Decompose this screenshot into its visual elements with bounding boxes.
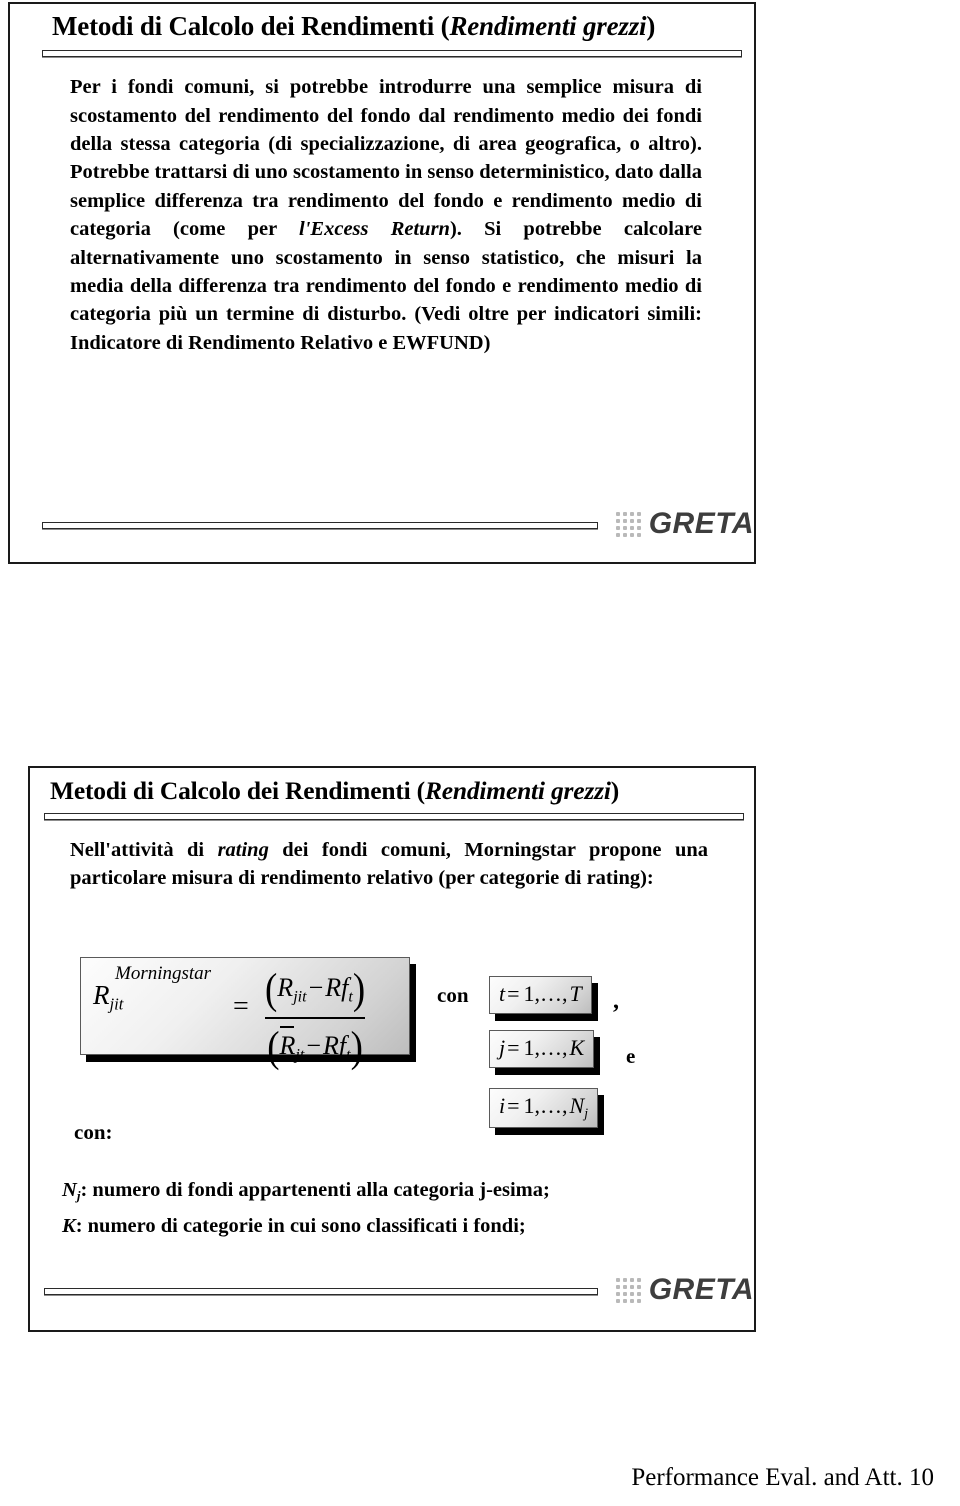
index-box-i: i= 1,…,Nj xyxy=(489,1088,599,1129)
num-term1: R xyxy=(277,973,294,1003)
definition-item: Nj: numero di fondi appartenenti alla ca… xyxy=(62,1172,702,1208)
num-minus: − xyxy=(308,973,324,1003)
index-box-t: t= 1,…,T xyxy=(489,976,592,1014)
slide-1-title-close: ) xyxy=(646,11,656,41)
slide-2-title: Metodi di Calcolo dei Rendimenti (Rendim… xyxy=(50,777,754,805)
index-j-limit: K xyxy=(569,1035,585,1060)
den-close-paren: ) xyxy=(350,1021,363,1071)
index-j-range: 1,…, xyxy=(523,1035,568,1060)
dot-grid-icon xyxy=(615,511,641,537)
formula-superscript: Morningstar xyxy=(115,963,212,984)
label-e: e xyxy=(626,1044,636,1068)
definition-symbol: N xyxy=(62,1179,77,1201)
slide-1-title: Metodi di Calcolo dei Rendimenti (Rendim… xyxy=(52,11,754,41)
index-t-range: 1,…, xyxy=(523,981,568,1006)
den-minus: − xyxy=(306,1030,322,1060)
index-t-limit: T xyxy=(569,981,582,1006)
index-i-range: 1,…, xyxy=(523,1093,568,1118)
label-con-colon: con: xyxy=(74,1120,113,1144)
num-open-paren: ( xyxy=(265,964,278,1013)
title-divider-rule-2 xyxy=(44,812,744,820)
slide-2-title-close: ) xyxy=(610,776,620,805)
index-i-equals: = xyxy=(507,1093,520,1118)
slide-2-footer-row: GRETA xyxy=(30,1273,754,1306)
formula-equals-sign: = xyxy=(233,991,249,1022)
slide-2-body-italic: rating xyxy=(217,838,269,861)
index-t-equals: = xyxy=(507,981,520,1006)
slide-1-body: Per i fondi comuni, si potrebbe introdur… xyxy=(70,73,702,357)
den-open-paren: ( xyxy=(267,1021,280,1071)
formula-lhs-symbol: R xyxy=(93,979,110,1010)
label-comma: , xyxy=(613,988,619,1014)
index-j-equals: = xyxy=(507,1035,520,1060)
num-term1-sub: jit xyxy=(293,988,307,1006)
slide-1-body-italic: l'Excess Return xyxy=(299,218,450,241)
den-term2: Rf xyxy=(323,1030,347,1060)
formula-lhs-subscript: jit xyxy=(109,994,124,1014)
page-footer: Performance Eval. and Att. 10 xyxy=(631,1464,934,1491)
slide-1-body-part1: Per i fondi comuni, si potrebbe introdur… xyxy=(70,76,702,241)
num-close-paren: ) xyxy=(352,964,366,1013)
formula-left-hand-side: Morningstar Rjit xyxy=(93,964,211,1013)
greta-logo-2: GRETA xyxy=(615,1273,754,1306)
index-i-limit-sub: j xyxy=(584,1105,589,1121)
slide-2-title-italic: Rendimenti grezzi xyxy=(424,776,611,805)
dot-grid-icon-2 xyxy=(615,1277,641,1303)
slide-1: Metodi di Calcolo dei Rendimenti (Rendim… xyxy=(8,2,756,564)
title-divider-rule xyxy=(42,50,742,58)
definition-item: K: numero di categorie in cui sono class… xyxy=(62,1208,702,1244)
footer-divider-rule xyxy=(42,521,598,529)
slide-2-body-part1: Nell'attività di xyxy=(70,838,218,861)
slide-1-title-main: Metodi di Calcolo dei Rendimenti ( xyxy=(52,11,450,41)
greta-wordmark-2: GRETA xyxy=(648,1273,754,1306)
formula-lhs-base: Rjit xyxy=(93,979,211,1014)
label-con: con xyxy=(437,983,469,1007)
definition-symbol: K xyxy=(62,1215,76,1238)
den-term1-overbar: R xyxy=(279,1025,295,1065)
morningstar-formula-box: Morningstar Rjit = (Rjit−Rft) (Rjt−Rft) xyxy=(80,957,410,1070)
index-i-limit: N xyxy=(569,1093,585,1118)
footer-divider-rule-2 xyxy=(44,1287,598,1295)
slide-1-footer-row: GRETA xyxy=(10,507,754,540)
index-box-j: j= 1,…,K xyxy=(489,1030,595,1068)
definition-list: Nj: numero di fondi appartenenti alla ca… xyxy=(62,1172,702,1245)
greta-logo: GRETA xyxy=(615,507,754,540)
formula-numerator: (Rjit−Rft) xyxy=(265,962,365,1016)
greta-wordmark: GRETA xyxy=(648,507,754,540)
definition-text: : numero di fondi appartenenti alla cate… xyxy=(80,1179,550,1201)
slide-1-title-italic: Rendimenti grezzi xyxy=(449,11,647,41)
slide-2-title-main: Metodi di Calcolo dei Rendimenti ( xyxy=(50,776,425,805)
formula-denominator: (Rjt−Rft) xyxy=(265,1020,365,1074)
num-term2: Rf xyxy=(325,973,349,1003)
formula-fraction: (Rjit−Rft) (Rjt−Rft) xyxy=(265,962,366,1074)
definition-text: : numero di categorie in cui sono classi… xyxy=(75,1215,526,1238)
slide-2-body: Nell'attività di rating dei fondi comuni… xyxy=(70,836,708,893)
